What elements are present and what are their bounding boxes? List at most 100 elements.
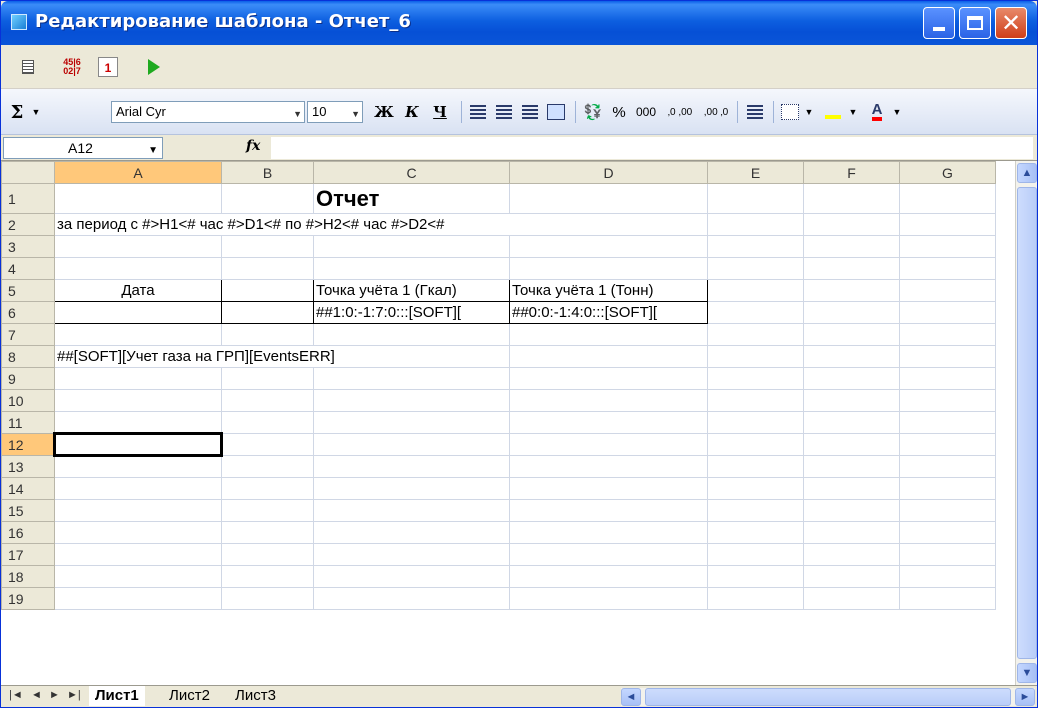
cell-D3[interactable]	[509, 235, 708, 258]
grid-cell[interactable]	[509, 455, 708, 478]
grid-cell[interactable]	[509, 389, 708, 412]
grid-cell[interactable]	[313, 587, 510, 610]
grid-cell[interactable]	[54, 521, 222, 544]
name-box[interactable]: A12 ▼	[3, 137, 163, 159]
sheet-tab-2[interactable]: Лист2	[163, 686, 216, 706]
currency-button[interactable]: 💱	[581, 101, 605, 123]
align-center-button[interactable]	[493, 101, 515, 123]
increase-decimal-button[interactable]: ‚0 ,00	[665, 101, 695, 123]
grid-cell[interactable]	[221, 587, 314, 610]
cell-G7[interactable]	[899, 323, 996, 346]
grid-cell[interactable]	[509, 543, 708, 566]
grid-cell[interactable]	[899, 543, 996, 566]
next-sheet-button[interactable]: ►	[49, 689, 60, 701]
grid-cell[interactable]	[707, 499, 804, 522]
cell-F2[interactable]	[803, 213, 900, 236]
cell-F3[interactable]	[803, 235, 900, 258]
prev-sheet-button[interactable]: ◄	[31, 689, 42, 701]
title-bar[interactable]: Редактирование шаблона - Отчет_6 ✕	[1, 1, 1037, 45]
font-color-dropdown[interactable]: ▼	[891, 101, 903, 123]
row-header[interactable]: 8	[1, 345, 55, 368]
scroll-up-button[interactable]: ▲	[1017, 163, 1037, 183]
align-left-button[interactable]	[467, 101, 489, 123]
scroll-right-button[interactable]: ►	[1015, 688, 1035, 706]
cell-A8[interactable]: ##[SOFT][Учет газа на ГРП][EventsERR]	[54, 345, 510, 368]
grid-cell[interactable]	[54, 477, 222, 500]
cell-D1[interactable]	[509, 183, 708, 214]
grid-cell[interactable]	[803, 455, 900, 478]
function-icon[interactable]: fx	[246, 138, 260, 154]
grid-cell[interactable]	[313, 367, 510, 390]
grid-cell[interactable]	[221, 543, 314, 566]
font-size-select[interactable]: 10 ▼	[307, 101, 363, 123]
bold-button[interactable]: Ж	[373, 101, 395, 123]
grid-cell[interactable]	[803, 565, 900, 588]
column-header[interactable]: F	[803, 161, 900, 184]
select-all-corner[interactable]	[1, 161, 55, 184]
merge-center-button[interactable]	[545, 101, 567, 123]
row-header[interactable]: 10	[1, 389, 55, 412]
align-right-button[interactable]	[519, 101, 541, 123]
vertical-scroll-thumb[interactable]	[1017, 187, 1037, 659]
run-button[interactable]	[141, 55, 167, 79]
row-header[interactable]: 19	[1, 587, 55, 610]
first-sheet-button[interactable]: |◄	[9, 689, 23, 701]
grid-cell[interactable]	[509, 565, 708, 588]
grid-cell[interactable]	[221, 521, 314, 544]
grid-cell[interactable]	[899, 433, 996, 456]
grid-cell[interactable]	[509, 411, 708, 434]
decrease-decimal-button[interactable]: ,00 ‚0	[701, 101, 731, 123]
grid-cell[interactable]	[313, 477, 510, 500]
maximize-button[interactable]	[959, 7, 991, 39]
scroll-down-button[interactable]: ▼	[1017, 663, 1037, 683]
row-header[interactable]: 16	[1, 521, 55, 544]
grid-cell[interactable]	[54, 565, 222, 588]
cell-F6[interactable]	[803, 301, 900, 324]
column-header[interactable]: G	[899, 161, 996, 184]
underline-button[interactable]: Ч	[429, 101, 451, 123]
indent-button[interactable]	[743, 101, 767, 123]
grid-cell[interactable]	[221, 411, 314, 434]
cell-G8[interactable]	[899, 345, 996, 368]
grid-cell[interactable]	[221, 389, 314, 412]
grid-cell[interactable]	[899, 455, 996, 478]
properties-button[interactable]	[15, 55, 41, 79]
row-header[interactable]: 6	[1, 301, 55, 324]
cell-B5[interactable]	[221, 279, 314, 302]
cell-B1[interactable]	[221, 183, 314, 214]
column-header[interactable]: B	[221, 161, 314, 184]
row-header[interactable]: 7	[1, 323, 55, 346]
row-header[interactable]: 17	[1, 543, 55, 566]
horizontal-scrollbar[interactable]: ◄ ►	[621, 688, 1035, 706]
cell-D4[interactable]	[509, 257, 708, 280]
grid-cell[interactable]	[899, 411, 996, 434]
italic-button[interactable]: К	[401, 101, 423, 123]
cell-C6[interactable]: ##1:0:-1:7:0:::[SOFT][	[313, 301, 510, 324]
grid-cell[interactable]	[803, 499, 900, 522]
grid-cell[interactable]	[54, 389, 222, 412]
grid-cell[interactable]	[899, 587, 996, 610]
cell-C4[interactable]	[313, 257, 510, 280]
grid-cell[interactable]	[509, 367, 708, 390]
grid-cell[interactable]	[221, 433, 314, 456]
grid-cell[interactable]	[509, 587, 708, 610]
sheet-tab-3[interactable]: Лист3	[229, 686, 282, 706]
cell-C7[interactable]	[313, 323, 510, 346]
row-header[interactable]: 15	[1, 499, 55, 522]
font-color-button[interactable]: A	[865, 101, 889, 123]
cell-G3[interactable]	[899, 235, 996, 258]
cell-E3[interactable]	[707, 235, 804, 258]
font-name-select[interactable]: Arial Cyr ▼	[111, 101, 305, 123]
cell-A7[interactable]	[54, 323, 222, 346]
grid-cell[interactable]	[54, 367, 222, 390]
grid-cell[interactable]	[707, 455, 804, 478]
row-header[interactable]: 11	[1, 411, 55, 434]
cell-A2[interactable]: за период с #>H1<# час #>D1<# по #>H2<# …	[54, 213, 708, 236]
horizontal-scroll-thumb[interactable]	[645, 688, 1011, 706]
cell-E1[interactable]	[707, 183, 804, 214]
cell-D5[interactable]: Точка учёта 1 (Тонн)	[509, 279, 708, 302]
cell-E8[interactable]	[707, 345, 804, 368]
scroll-left-button[interactable]: ◄	[621, 688, 641, 706]
grid-cell[interactable]	[707, 543, 804, 566]
row-header[interactable]: 18	[1, 565, 55, 588]
